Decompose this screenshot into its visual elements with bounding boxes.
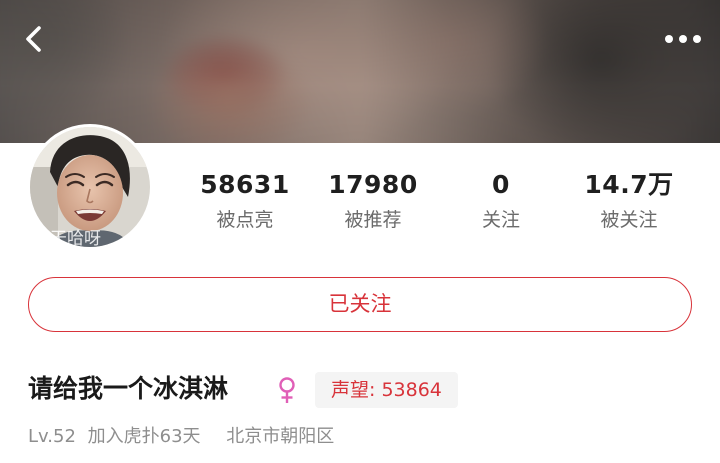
stat-following[interactable]: 0 关注 <box>436 170 566 232</box>
avatar[interactable]: 天哈呀 <box>27 124 153 250</box>
more-options-button[interactable] <box>660 22 704 56</box>
stat-lit-label: 被点亮 <box>216 209 274 231</box>
stat-lit[interactable]: 58631 被点亮 <box>180 170 310 232</box>
follow-button[interactable]: 已关注 <box>28 277 692 332</box>
stat-followers-value: 14.7万 <box>584 170 674 199</box>
avatar-caption: 天哈呀 <box>50 229 101 247</box>
stat-recommended-value: 17980 <box>328 170 418 199</box>
profile-cover-banner <box>0 0 720 143</box>
stat-recommended-label: 被推荐 <box>344 209 402 231</box>
more-horizontal-icon <box>665 35 701 43</box>
stat-followers[interactable]: 14.7万 被关注 <box>564 170 694 232</box>
female-symbol-icon <box>279 377 295 403</box>
chevron-left-icon <box>26 26 41 52</box>
avatar-image: 天哈呀 <box>30 127 150 247</box>
profile-meta: Lv.52 加入虎扑63天 北京市朝阳区 <box>28 424 334 450</box>
user-name: 请给我一个冰淇淋 <box>28 374 229 403</box>
user-level: Lv.52 <box>28 426 76 447</box>
user-location: 北京市朝阳区 <box>226 426 335 447</box>
stat-followers-label: 被关注 <box>600 209 658 231</box>
reputation-badge: 声望: 53864 <box>315 372 458 408</box>
stat-recommended[interactable]: 17980 被推荐 <box>308 170 438 232</box>
join-duration: 加入虎扑63天 <box>87 426 201 447</box>
user-profile-page: 天哈呀 58631 被点亮 17980 被推荐 0 关注 14.7万 被关注 已… <box>0 0 720 463</box>
stat-following-label: 关注 <box>481 209 520 231</box>
back-button[interactable] <box>18 22 52 56</box>
stat-following-value: 0 <box>492 170 510 199</box>
stat-lit-value: 58631 <box>200 170 290 199</box>
